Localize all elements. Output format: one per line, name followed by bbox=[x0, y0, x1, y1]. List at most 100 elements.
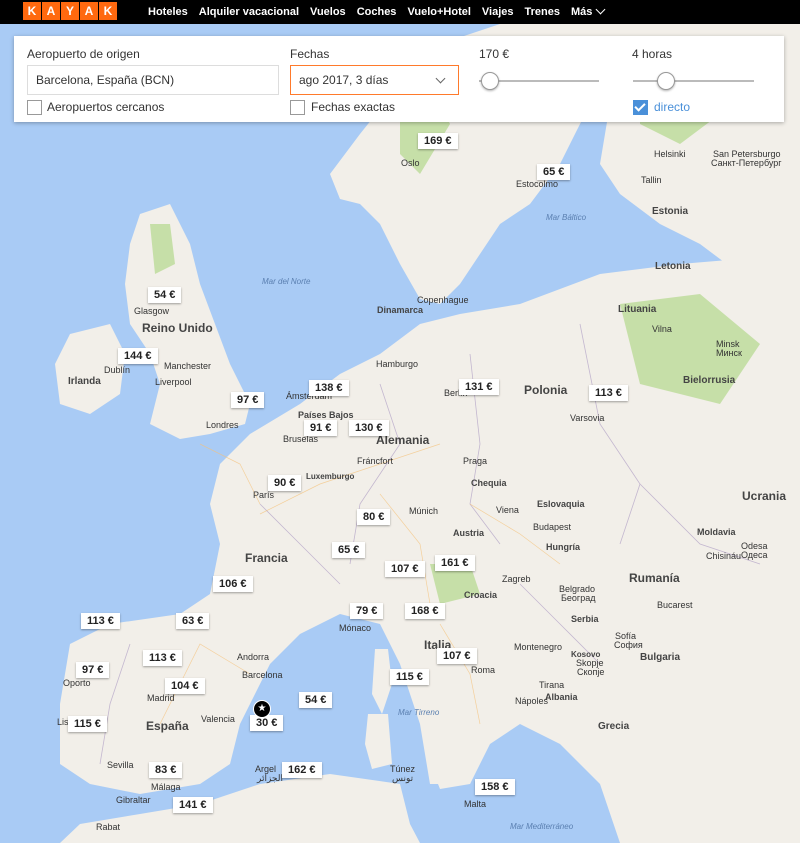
price-tag[interactable]: 107 € bbox=[437, 648, 477, 664]
city-label: Chisináu bbox=[706, 551, 742, 561]
country-label: Bulgaria bbox=[640, 652, 681, 663]
price-tag[interactable]: 65 € bbox=[537, 164, 571, 180]
country-label: Hungría bbox=[546, 542, 581, 552]
sea-label: Mar del Norte bbox=[262, 277, 311, 286]
country-label: Letonia bbox=[655, 261, 691, 272]
dates-value: ago 2017, 3 días bbox=[299, 73, 389, 87]
country-label: Serbia bbox=[571, 614, 599, 624]
city-label: Београд bbox=[561, 593, 596, 603]
city-label: Valencia bbox=[201, 714, 235, 724]
nav-vuelo-hotel[interactable]: Vuelo+Hotel bbox=[407, 6, 470, 18]
price-tag[interactable]: 79 € bbox=[350, 603, 384, 619]
direct-label[interactable]: directo bbox=[654, 100, 690, 114]
origin-label: Aeropuerto de origen bbox=[27, 47, 140, 61]
direct-checkbox[interactable] bbox=[633, 100, 648, 115]
country-label: Croacia bbox=[464, 590, 498, 600]
nav-alquiler-vacacional[interactable]: Alquiler vacacional bbox=[199, 6, 299, 18]
sea-label: Mar Mediterráneo bbox=[510, 822, 574, 831]
logo-letter: K bbox=[23, 2, 41, 20]
price-tag[interactable]: 169 € bbox=[418, 133, 458, 149]
price-tag[interactable]: 30 € bbox=[250, 715, 284, 731]
chevron-down-icon bbox=[435, 73, 446, 84]
nav-trenes[interactable]: Trenes bbox=[525, 6, 560, 18]
city-label: الجزائر bbox=[257, 773, 283, 783]
city-label: Praga bbox=[463, 456, 488, 466]
country-label: Rumanía bbox=[629, 571, 680, 585]
price-tag[interactable]: 162 € bbox=[282, 762, 322, 778]
city-label: Zagreb bbox=[502, 574, 531, 584]
city-label: Manchester bbox=[164, 361, 212, 371]
kayak-logo[interactable]: K A Y A K bbox=[23, 2, 117, 20]
map[interactable]: Mar del Norte Mar Báltico Mar Tirreno Ma… bbox=[0, 24, 800, 843]
price-tag[interactable]: 158 € bbox=[475, 779, 515, 795]
price-tag[interactable]: 113 € bbox=[143, 650, 182, 666]
sea-label: Mar Tirreno bbox=[398, 708, 440, 717]
price-tag[interactable]: 106 € bbox=[213, 576, 253, 592]
nav-vuelos[interactable]: Vuelos bbox=[310, 6, 346, 18]
city-label: Tallin bbox=[641, 175, 662, 185]
price-tag[interactable]: 83 € bbox=[149, 762, 183, 778]
city-label: Санкт-Петербург bbox=[711, 158, 782, 168]
city-label: Bucarest bbox=[657, 600, 693, 610]
duration-slider-handle[interactable] bbox=[657, 72, 675, 90]
price-slider-handle[interactable] bbox=[481, 72, 499, 90]
price-tag[interactable]: 130 € bbox=[349, 420, 389, 436]
exact-dates-label[interactable]: Fechas exactas bbox=[311, 100, 395, 114]
nav-mas[interactable]: Más bbox=[571, 4, 606, 18]
country-label: Polonia bbox=[524, 383, 568, 397]
price-tag[interactable]: 138 € bbox=[309, 380, 349, 396]
dates-select[interactable]: ago 2017, 3 días bbox=[290, 65, 459, 95]
sea-label: Mar Báltico bbox=[546, 213, 587, 222]
price-tag[interactable]: 97 € bbox=[76, 662, 110, 678]
price-tag[interactable]: 54 € bbox=[299, 692, 333, 708]
country-label: Austria bbox=[453, 528, 485, 538]
price-tag[interactable]: 65 € bbox=[332, 542, 366, 558]
country-label: Lituania bbox=[618, 304, 657, 315]
price-tag[interactable]: 113 € bbox=[81, 613, 120, 629]
price-filter-label: 170 € bbox=[479, 47, 510, 61]
price-tag[interactable]: 141 € bbox=[173, 797, 213, 813]
chevron-down-icon bbox=[595, 4, 606, 15]
price-tag[interactable]: 107 € bbox=[385, 561, 425, 577]
price-tag[interactable]: 54 € bbox=[148, 287, 182, 303]
price-tag[interactable]: 104 € bbox=[165, 678, 205, 694]
price-tag[interactable]: 113 € bbox=[589, 385, 628, 401]
price-tag[interactable]: 97 € bbox=[231, 392, 265, 408]
origin-star-icon[interactable]: ★ bbox=[253, 700, 271, 718]
logo-letter: Y bbox=[61, 2, 79, 20]
nav-viajes[interactable]: Viajes bbox=[482, 6, 514, 18]
dates-label: Fechas bbox=[290, 47, 330, 61]
price-tag[interactable]: 144 € bbox=[118, 348, 158, 364]
nearby-airports-label[interactable]: Aeropuertos cercanos bbox=[47, 100, 164, 114]
logo-letter: A bbox=[42, 2, 60, 20]
city-label: Copenhague bbox=[417, 295, 469, 305]
country-label: Bielorrusia bbox=[683, 375, 736, 386]
country-label: Dinamarca bbox=[377, 305, 424, 315]
city-label: Mónaco bbox=[339, 623, 372, 633]
city-label: Helsinki bbox=[654, 149, 686, 159]
price-tag[interactable]: 131 € bbox=[459, 379, 499, 395]
price-tag[interactable]: 80 € bbox=[357, 509, 391, 525]
origin-input[interactable]: Barcelona, España (BCN) bbox=[27, 65, 279, 95]
city-label: Liverpool bbox=[155, 377, 192, 387]
city-label: Tirana bbox=[539, 680, 565, 690]
price-tag[interactable]: 115 € bbox=[68, 716, 107, 732]
price-tag[interactable]: 90 € bbox=[268, 475, 302, 491]
logo-letter: K bbox=[99, 2, 117, 20]
city-label: تونس bbox=[392, 773, 414, 783]
price-tag[interactable]: 168 € bbox=[405, 603, 445, 619]
nav-coches[interactable]: Coches bbox=[357, 6, 397, 18]
exact-dates-checkbox[interactable] bbox=[290, 100, 305, 115]
price-tag[interactable]: 91 € bbox=[304, 420, 338, 436]
country-label: Grecia bbox=[598, 721, 630, 732]
price-tag[interactable]: 115 € bbox=[390, 669, 429, 685]
city-label: Glasgow bbox=[134, 306, 170, 316]
nav-hoteles[interactable]: Hoteles bbox=[148, 6, 188, 18]
nearby-airports-checkbox[interactable] bbox=[27, 100, 42, 115]
country-label: Ucrania bbox=[742, 489, 787, 503]
top-nav: K A Y A K Hoteles Alquiler vacacional Vu… bbox=[0, 0, 800, 24]
city-label: Oslo bbox=[401, 158, 420, 168]
price-tag[interactable]: 63 € bbox=[176, 613, 210, 629]
price-tag[interactable]: 161 € bbox=[435, 555, 475, 571]
duration-slider-track[interactable] bbox=[633, 80, 754, 82]
